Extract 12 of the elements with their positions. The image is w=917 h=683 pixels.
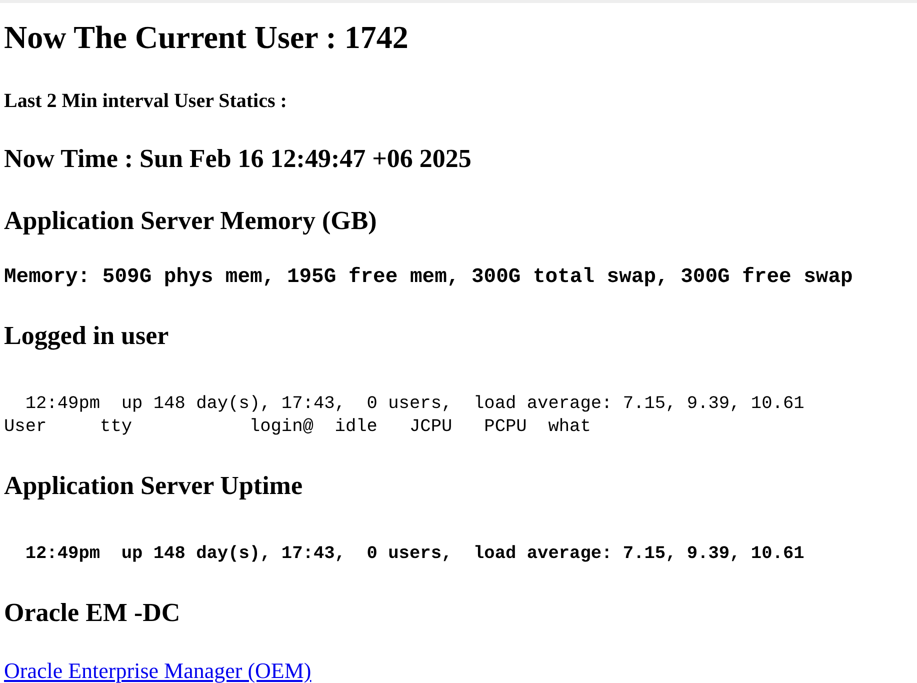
section-heading: Application Server Memory (GB) — [4, 206, 378, 236]
section-heading: Logged in user — [4, 321, 170, 351]
console-output-line: 12:49pm up 148 day(s), 17:43, 0 users, load average: 7.15, 9.39, 10.61 — [24, 393, 806, 416]
current-time-heading: Now Time : Sun Feb 16 12:49:47 +06 2025 — [4, 144, 472, 174]
section-heading: Oracle EM -DC — [4, 598, 182, 628]
section-heading: Application Server Uptime — [4, 471, 304, 501]
console-output-line: Memory: 509G phys mem, 195G free mem, 300G total swap, 300G free swap — [4, 266, 854, 289]
console-output-line: User tty login@ idle JCPU PCPU what — [4, 416, 592, 439]
interval-stats-heading: Last 2 Min interval User Statics : — [4, 89, 288, 113]
console-output-line: 12:49pm up 148 day(s), 17:43, 0 users, load average: 7.15, 9.39, 10.61 — [24, 543, 806, 566]
page-title: Now The Current User : 1742 — [4, 18, 410, 57]
oem-link[interactable]: Oracle Enterprise Manager (OEM) — [4, 658, 312, 683]
